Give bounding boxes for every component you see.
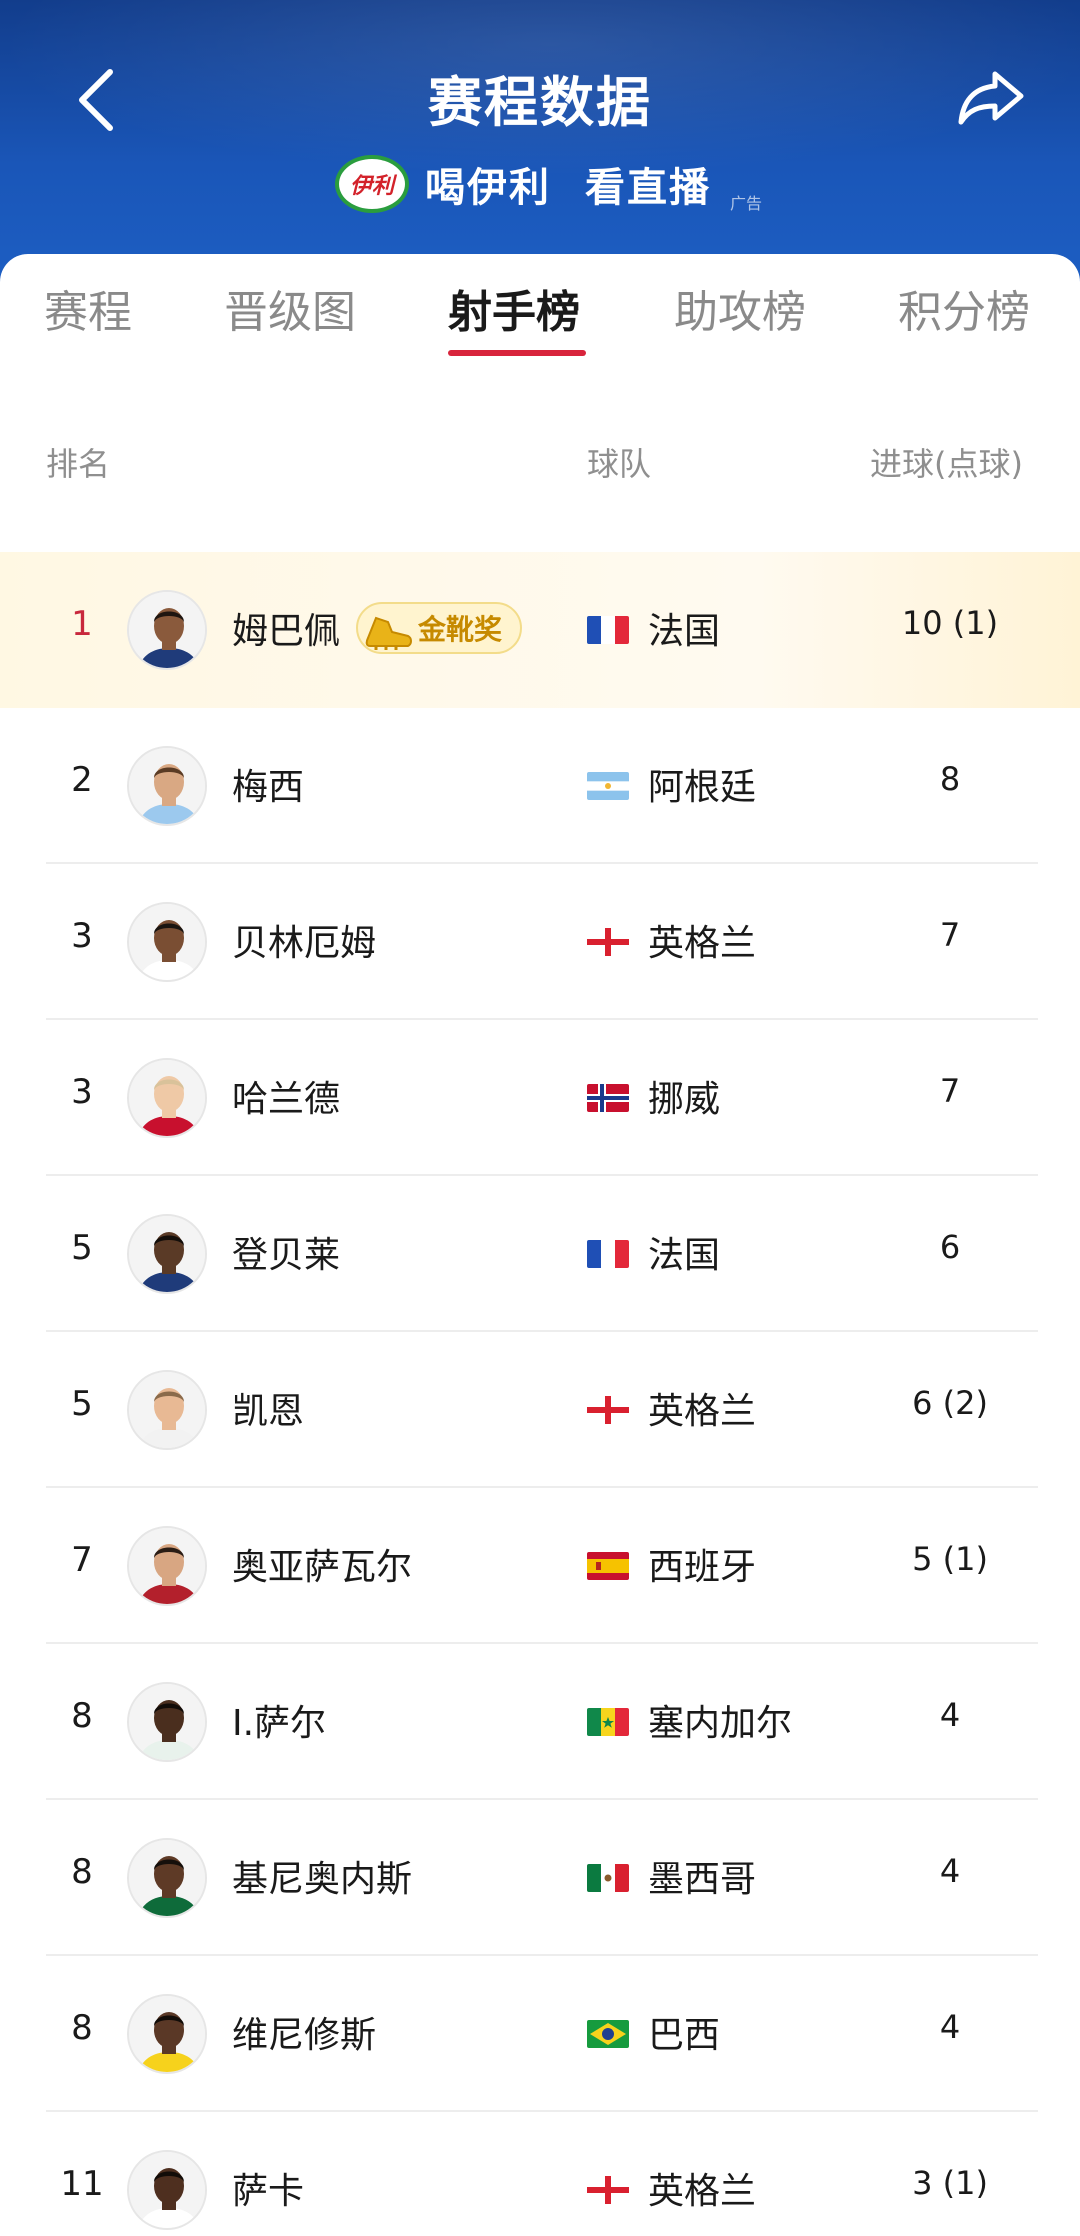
- brazil-flag-icon: [587, 2020, 629, 2048]
- rank-number: 7: [71, 1540, 93, 1580]
- goals-count: 4: [939, 2008, 961, 2046]
- scorer-row[interactable]: 8 I.萨尔 塞内加尔 4: [0, 1644, 1080, 1800]
- tab-assists[interactable]: 助攻榜: [674, 276, 806, 340]
- player-avatar: [127, 1214, 207, 1294]
- argentina-flag-icon: [587, 772, 629, 800]
- goals-count: 4: [939, 1696, 961, 1734]
- spain-flag-icon: [587, 1552, 629, 1580]
- goals-count: 8: [939, 760, 961, 798]
- team-name[interactable]: 阿根廷: [648, 758, 756, 810]
- goals-count: 4: [939, 1852, 961, 1890]
- senegal-flag-icon: [587, 1708, 629, 1736]
- active-tab-indicator: [448, 350, 586, 356]
- column-header-goals: 进球(点球): [870, 445, 1023, 483]
- player-name[interactable]: 登贝莱: [232, 1226, 340, 1278]
- player-avatar: [127, 1058, 207, 1138]
- scorer-row[interactable]: 5 凯恩 英格兰 6 (2): [0, 1332, 1080, 1488]
- team-name[interactable]: 英格兰: [648, 914, 756, 966]
- player-avatar: [127, 1370, 207, 1450]
- team-name[interactable]: 西班牙: [648, 1538, 756, 1590]
- tab-bracket[interactable]: 晋级图: [224, 276, 356, 340]
- team-name[interactable]: 挪威: [648, 1070, 720, 1122]
- team-name[interactable]: 英格兰: [648, 1382, 756, 1434]
- player-avatar: [127, 1994, 207, 2074]
- ad-tag: 广告: [730, 194, 763, 213]
- team-name[interactable]: 法国: [648, 1226, 720, 1278]
- player-avatar: [127, 2150, 207, 2230]
- rank-number: 5: [71, 1384, 93, 1424]
- player-name[interactable]: 梅西: [232, 758, 304, 810]
- player-name[interactable]: 哈兰德: [232, 1070, 340, 1122]
- goals-count: 7: [939, 916, 961, 954]
- player-avatar: [127, 902, 207, 982]
- tab-scorers[interactable]: 射手榜: [448, 276, 580, 340]
- player-name[interactable]: 维尼修斯: [232, 2006, 376, 2058]
- player-avatar: [127, 746, 207, 826]
- team-name[interactable]: 塞内加尔: [648, 1694, 792, 1746]
- player-avatar: [127, 590, 207, 670]
- yili-logo: 伊利: [335, 155, 409, 213]
- goals-count: 5 (1): [912, 1540, 988, 1578]
- column-header-team: 球队: [587, 445, 652, 483]
- rank-number: 1: [71, 604, 93, 644]
- scorer-row[interactable]: 8 基尼奥内斯 墨西哥 4: [0, 1800, 1080, 1956]
- scorer-row[interactable]: 11 萨卡 英格兰 3 (1): [0, 2112, 1080, 2236]
- player-name[interactable]: 奥亚萨瓦尔: [232, 1538, 412, 1590]
- goals-count: 6 (2): [912, 1384, 988, 1422]
- tab-standings[interactable]: 积分榜: [898, 276, 1030, 340]
- column-header-rank: 排名: [46, 445, 111, 483]
- norway-flag-icon: [587, 1084, 629, 1112]
- player-avatar: [127, 1526, 207, 1606]
- scorer-row[interactable]: 7 奥亚萨瓦尔 西班牙 5 (1): [0, 1488, 1080, 1644]
- tab-schedule[interactable]: 赛程: [44, 276, 132, 340]
- england-flag-icon: [587, 2176, 629, 2204]
- player-name[interactable]: I.萨尔: [232, 1694, 326, 1746]
- rank-number: 8: [71, 1852, 93, 1892]
- golden-boot-badge: 金靴奖: [356, 602, 523, 654]
- rank-number: 8: [71, 2008, 93, 2048]
- rank-number: 8: [71, 1696, 93, 1736]
- ad-text-drink: 喝伊利: [425, 165, 551, 211]
- rank-number: 2: [71, 760, 93, 800]
- rank-number: 3: [71, 916, 93, 956]
- team-name[interactable]: 巴西: [648, 2006, 720, 2058]
- france-flag-icon: [587, 1240, 629, 1268]
- scorer-row[interactable]: 1 姆巴佩 金靴奖 法国 10 (1): [0, 552, 1080, 708]
- scorer-row[interactable]: 2 梅西 阿根廷 8: [0, 708, 1080, 864]
- page-title: 赛程数据: [428, 71, 652, 134]
- rank-number: 3: [71, 1072, 93, 1112]
- goals-count: 6: [939, 1228, 961, 1266]
- scorer-row[interactable]: 3 贝林厄姆 英格兰 7: [0, 864, 1080, 1020]
- player-name[interactable]: 贝林厄姆: [232, 914, 376, 966]
- goals-count: 10 (1): [901, 604, 999, 642]
- england-flag-icon: [587, 928, 629, 956]
- player-name[interactable]: 姆巴佩: [232, 602, 340, 654]
- england-flag-icon: [587, 1396, 629, 1424]
- rank-number: 5: [71, 1228, 93, 1268]
- content-card: 赛程 晋级图 射手榜 助攻榜 积分榜 排名 球队 进球(点球) 1 姆巴佩 金靴奖法…: [0, 254, 1080, 2236]
- rank-number: 11: [60, 2164, 104, 2204]
- ad-text-watch: 看直播: [585, 165, 711, 211]
- tab-bar: 赛程 晋级图 射手榜 助攻榜 积分榜: [0, 254, 1080, 374]
- ad-banner[interactable]: 伊利 喝伊利 看直播: [335, 152, 745, 216]
- player-name[interactable]: 基尼奥内斯: [232, 1850, 412, 1902]
- share-icon[interactable]: [955, 68, 1027, 128]
- france-flag-icon: [587, 616, 629, 644]
- scorer-row[interactable]: 8 维尼修斯 巴西 4: [0, 1956, 1080, 2112]
- player-avatar: [127, 1838, 207, 1918]
- goals-count: 7: [939, 1072, 961, 1110]
- scorer-row[interactable]: 3 哈兰德 挪威 7: [0, 1020, 1080, 1176]
- team-name[interactable]: 英格兰: [648, 2162, 756, 2214]
- team-name[interactable]: 墨西哥: [648, 1850, 756, 1902]
- scorer-row[interactable]: 5 登贝莱 法国 6: [0, 1176, 1080, 1332]
- player-name[interactable]: 凯恩: [232, 1382, 304, 1434]
- goals-count: 3 (1): [912, 2164, 988, 2202]
- player-name[interactable]: 萨卡: [232, 2162, 304, 2214]
- team-name[interactable]: 法国: [648, 602, 720, 654]
- golden-boot-icon: [365, 616, 412, 650]
- mexico-flag-icon: [587, 1864, 629, 1892]
- player-avatar: [127, 1682, 207, 1762]
